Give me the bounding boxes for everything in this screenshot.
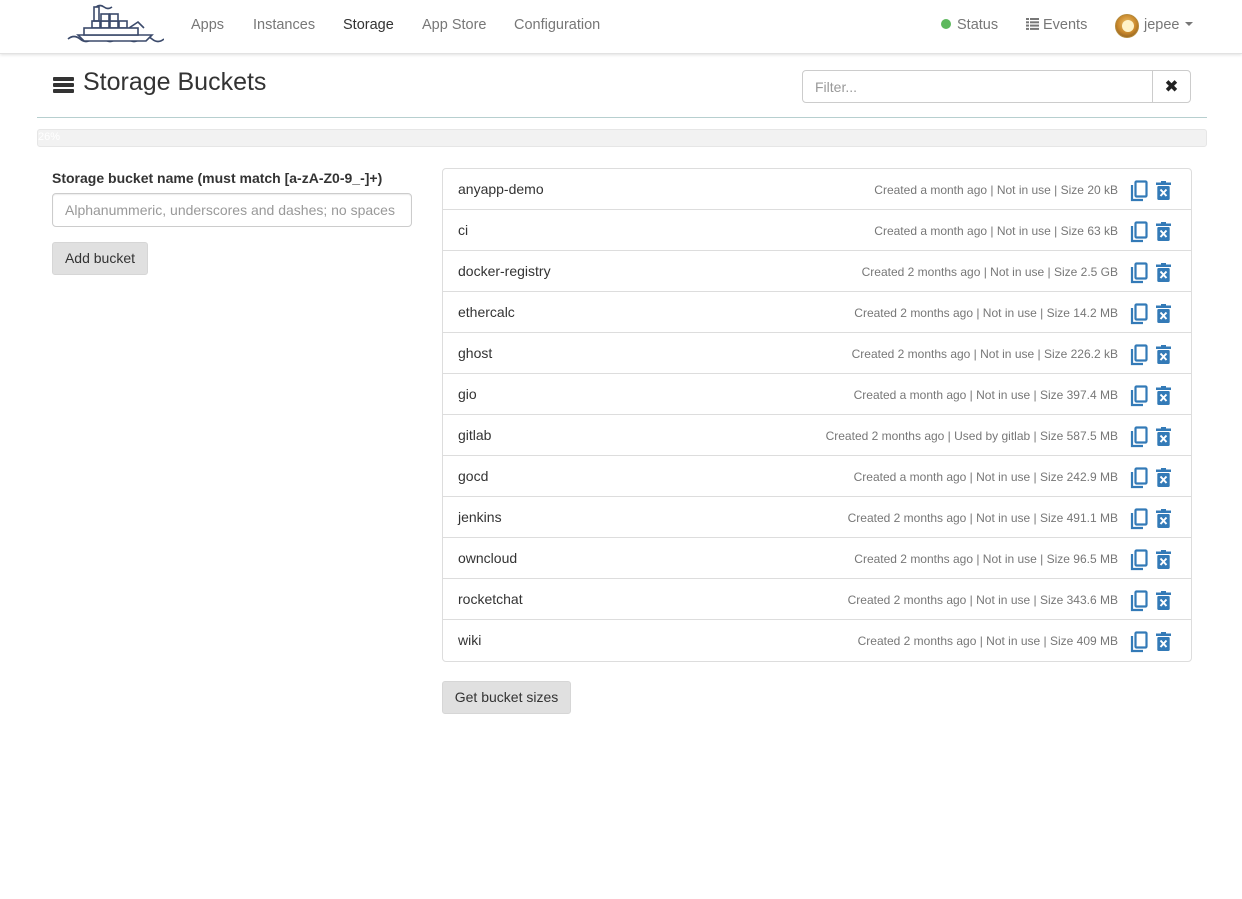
storage-list-icon: [53, 77, 74, 95]
bucket-name: wiki: [458, 632, 482, 648]
copy-icon[interactable]: [1129, 549, 1149, 571]
bucket-row: gio Created a month ago | Not in use | Si…: [443, 374, 1191, 415]
events-link[interactable]: Events: [1026, 17, 1087, 33]
copy-icon[interactable]: [1129, 631, 1149, 653]
bucket-name: ci: [458, 222, 469, 238]
close-icon: ✖: [1164, 77, 1179, 96]
delete-icon[interactable]: [1156, 263, 1171, 282]
bucket-meta: Created 2 months ago | Not in use | Size…: [854, 552, 1118, 566]
nav-apps[interactable]: Apps: [191, 17, 224, 33]
bucket-meta: Created 2 months ago | Used by gitlab | …: [825, 429, 1118, 443]
bucket-row: docker-registry Created 2 months ago | No…: [443, 251, 1191, 292]
user-name: jepee: [1144, 17, 1180, 33]
page-header: Storage Buckets ✖: [37, 62, 1207, 118]
bucket-row: rocketchat Created 2 months ago | Not in …: [443, 579, 1191, 620]
bucket-name-input[interactable]: [52, 193, 412, 227]
page-title: Storage Buckets: [83, 68, 267, 96]
bucket-name: rocketchat: [458, 591, 523, 607]
copy-icon[interactable]: [1129, 385, 1149, 407]
bucket-row: ci Created a month ago | Not in use | Siz…: [443, 210, 1191, 251]
bucket-meta: Created 2 months ago | Not in use | Size…: [851, 347, 1118, 361]
bucket-row: gocd Created a month ago | Not in use | S…: [443, 456, 1191, 497]
list-icon: [1026, 18, 1039, 30]
boat-logo-icon[interactable]: [66, 4, 164, 44]
delete-icon[interactable]: [1156, 222, 1171, 241]
copy-icon[interactable]: [1129, 508, 1149, 530]
bucket-row: gitlab Created 2 months ago | Used by git…: [443, 415, 1191, 456]
bucket-meta: Created 2 months ago | Not in use | Size…: [847, 593, 1118, 607]
bucket-name: gio: [458, 386, 477, 402]
bucket-row: ethercalc Created 2 months ago | Not in u…: [443, 292, 1191, 333]
delete-icon[interactable]: [1156, 509, 1171, 528]
bucket-meta: Created a month ago | Not in use | Size …: [853, 388, 1118, 402]
copy-icon[interactable]: [1129, 344, 1149, 366]
copy-icon[interactable]: [1129, 180, 1149, 202]
progress-bar: 26%: [37, 129, 1207, 147]
progress-label: 26%: [38, 131, 61, 143]
delete-icon[interactable]: [1156, 304, 1171, 323]
bucket-name: jenkins: [458, 509, 502, 525]
copy-icon[interactable]: [1129, 467, 1149, 489]
copy-icon[interactable]: [1129, 426, 1149, 448]
status-link[interactable]: Status: [941, 17, 998, 33]
caret-down-icon: [1185, 22, 1194, 26]
bucket-row: anyapp-demo Created a month ago | Not in …: [443, 169, 1191, 210]
status-indicator-icon: [941, 19, 951, 29]
bucket-name: ethercalc: [458, 304, 515, 320]
filter-input[interactable]: [802, 70, 1153, 103]
copy-icon[interactable]: [1129, 262, 1149, 284]
bucket-name: owncloud: [458, 550, 518, 566]
copy-icon[interactable]: [1129, 221, 1149, 243]
bucket-name: anyapp-demo: [458, 181, 544, 197]
bucket-meta: Created a month ago | Not in use | Size …: [853, 470, 1118, 484]
add-bucket-button[interactable]: Add bucket: [52, 242, 148, 275]
events-label: Events: [1043, 17, 1088, 33]
avatar[interactable]: [1115, 14, 1139, 38]
bucket-row: jenkins Created 2 months ago | Not in use…: [443, 497, 1191, 538]
delete-icon[interactable]: [1156, 468, 1171, 487]
clear-filter-button[interactable]: ✖: [1152, 70, 1191, 103]
nav-configuration[interactable]: Configuration: [514, 17, 600, 33]
bucket-name: gitlab: [458, 427, 492, 443]
delete-icon[interactable]: [1156, 591, 1171, 610]
bucket-meta: Created 2 months ago | Not in use | Size…: [847, 511, 1118, 525]
navbar: Apps Instances Storage App Store Configu…: [0, 0, 1242, 54]
bucket-meta: Created a month ago | Not in use | Size …: [874, 183, 1118, 197]
bucket-row: wiki Created 2 months ago | Not in use | …: [443, 620, 1191, 661]
delete-icon[interactable]: [1156, 181, 1171, 200]
nav-storage[interactable]: Storage: [343, 17, 394, 33]
user-menu[interactable]: jepee: [1144, 17, 1194, 33]
status-label: Status: [957, 17, 999, 33]
delete-icon[interactable]: [1156, 427, 1171, 446]
delete-icon[interactable]: [1156, 345, 1171, 364]
delete-icon[interactable]: [1156, 550, 1171, 569]
bucket-meta: Created a month ago | Not in use | Size …: [874, 224, 1118, 238]
bucket-row: ghost Created 2 months ago | Not in use |…: [443, 333, 1191, 374]
bucket-name: gocd: [458, 468, 489, 484]
copy-icon[interactable]: [1129, 303, 1149, 325]
bucket-meta: Created 2 months ago | Not in use | Size…: [857, 634, 1118, 648]
nav-instances[interactable]: Instances: [253, 17, 315, 33]
bucket-list: anyapp-demo Created a month ago | Not in …: [442, 168, 1192, 662]
delete-icon[interactable]: [1156, 632, 1171, 651]
get-bucket-sizes-button[interactable]: Get bucket sizes: [442, 681, 571, 714]
bucket-name: docker-registry: [458, 263, 551, 279]
delete-icon[interactable]: [1156, 386, 1171, 405]
copy-icon[interactable]: [1129, 590, 1149, 612]
bucket-name-label: Storage bucket name (must match [a-zA-Z0…: [52, 170, 383, 186]
nav-app-store[interactable]: App Store: [422, 17, 487, 33]
bucket-row: owncloud Created 2 months ago | Not in us…: [443, 538, 1191, 579]
bucket-meta: Created 2 months ago | Not in use | Size…: [861, 265, 1118, 279]
bucket-meta: Created 2 months ago | Not in use | Size…: [854, 306, 1118, 320]
bucket-name: ghost: [458, 345, 493, 361]
